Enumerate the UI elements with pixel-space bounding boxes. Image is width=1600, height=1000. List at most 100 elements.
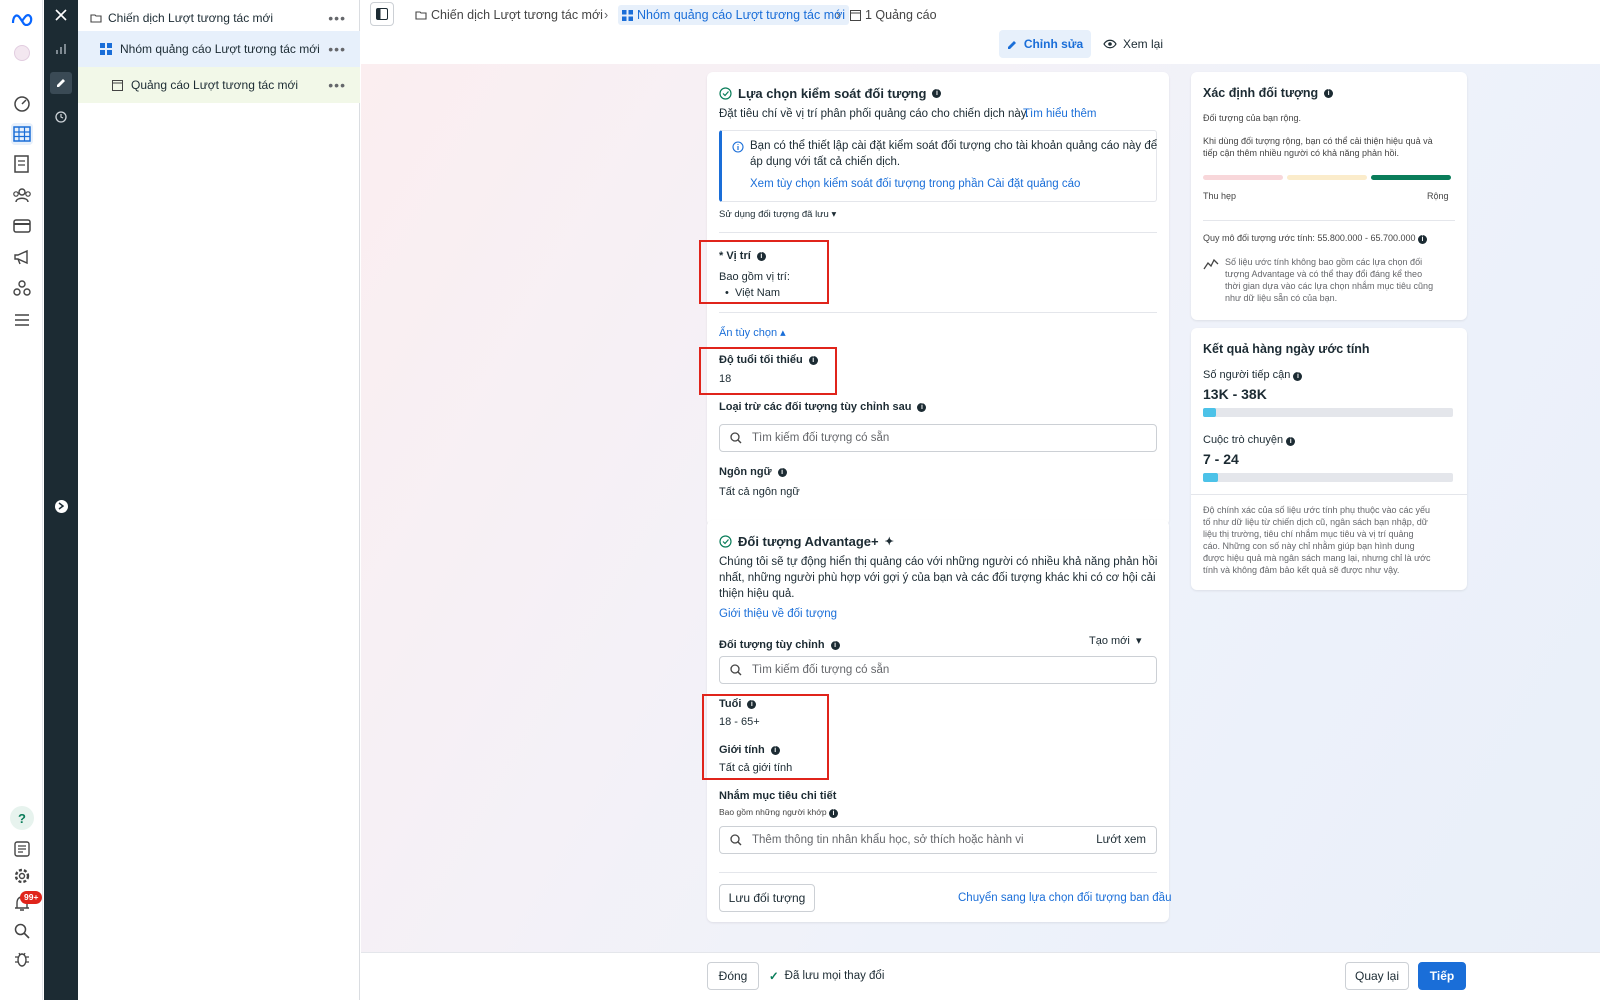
audience-size-text: Quy mô đối tượng ước tính: 55.800.000 - … [1203,233,1416,243]
pencil-icon [1007,39,1018,50]
meta-logo-icon[interactable] [11,8,33,30]
switch-original-audience-link[interactable]: Chuyển sang lựa chọn đối tượng ban đầu [958,892,1171,904]
conversations-bar-fill [1203,473,1218,482]
learn-more-link[interactable]: Tìm hiểu thêm [1023,108,1097,120]
breadcrumb-adset[interactable]: Nhóm quảng cáo Lượt tương tác mới [618,5,850,25]
history-clock-icon[interactable] [50,106,72,128]
check-circle-icon [719,535,732,548]
billing-card-icon[interactable] [11,215,33,237]
create-new-dropdown[interactable]: Tạo mới ▾ [1089,634,1142,647]
info-icon[interactable]: i [1286,437,1296,446]
breadcrumb-ads[interactable]: 1 Quảng cáo [850,5,937,25]
daily-results-card: Kết quả hàng ngày ước tính Số người tiếp… [1191,328,1467,590]
edit-mode-label: Chỉnh sửa [1023,37,1084,51]
help-icon[interactable]: ? [10,806,34,830]
review-mode-label: Xem lại [1122,37,1163,51]
audience-status: Đối tượng của bạn rộng. [1203,113,1301,123]
tree-item-ad[interactable]: Quảng cáo Lượt tương tác mới ••• [78,67,360,103]
more-options-icon[interactable]: ••• [328,77,346,93]
divider [719,312,1157,313]
close-button[interactable]: Đóng [707,962,759,990]
notification-badge: 99+ [20,891,43,904]
account-avatar[interactable] [11,42,33,64]
notice-text: Bạn có thể thiết lập cài đặt kiểm soát đ… [750,140,1158,152]
edit-mode-button[interactable]: Chỉnh sửa [999,30,1091,58]
estimate-note: như dữ liệu sẵn có của bạn. [1225,293,1338,303]
sparkle-icon: ✦ [884,536,894,548]
back-button[interactable]: Quay lại [1345,962,1409,990]
menu-icon[interactable] [11,309,33,331]
info-icon[interactable]: i [1324,88,1334,98]
more-options-icon[interactable]: ••• [328,41,346,57]
advantage-audience-card: Đối tượng Advantage+ ✦ Chúng tôi sẽ tự đ… [702,520,1171,922]
search-placeholder: Thêm thông tin nhân khẩu học, sở thích h… [752,834,1024,846]
ad-settings-link[interactable]: Xem tùy chọn kiểm soát đối tượng trong p… [750,178,1080,190]
estimate-disclaimer: được hiệu quả mà ngân sách mang lại, như… [1203,553,1431,563]
audience-definition-title-text: Xác định đối tượng [1203,86,1319,100]
saved-audience-dropdown[interactable]: Sử dụng đối tượng đã lưu ▾ [719,209,836,220]
ad-frame-icon [850,9,861,21]
audiences-icon[interactable] [11,184,33,206]
business-tools-icon[interactable] [11,277,33,299]
detailed-targeting-input[interactable]: Thêm thông tin nhân khẩu học, sở thích h… [719,826,1157,854]
info-icon[interactable]: i [932,89,942,98]
breadcrumb-adset-label: Nhóm quảng cáo Lượt tương tác mới [637,8,846,22]
tree-item-label: Nhóm quảng cáo Lượt tương tác mới [120,42,320,56]
tree-item-adset[interactable]: Nhóm quảng cáo Lượt tương tác mới ••• [78,31,360,67]
audience-definition-desc: Khi dùng đối tượng rộng, bạn có thể cải … [1203,136,1433,146]
estimate-disclaimer: cáo. Những con số này chỉ nhằm giúp bạn … [1203,541,1415,551]
megaphone-icon[interactable] [11,246,33,268]
audience-definition-title: Xác định đối tượng i [1203,86,1334,100]
chart-icon[interactable] [50,38,72,60]
settings-gear-icon[interactable] [11,865,33,887]
save-status: ✓ Đã lưu mọi thay đổi [769,969,884,983]
edit-pencil-icon[interactable] [50,72,72,94]
advantage-desc: nhất, những người phù hợp với gợi ý của … [719,572,1156,584]
pages-icon[interactable] [11,153,33,175]
search-icon[interactable] [11,920,33,942]
info-icon[interactable]: i [830,640,840,650]
highlight-box-location [699,240,829,304]
search-placeholder: Tìm kiếm đối tượng có sẵn [752,664,890,676]
ad-frame-icon [112,79,123,91]
tree-item-label: Chiến dịch Lượt tương tác mới [108,11,274,25]
reach-bar-track [1203,408,1453,417]
exclude-label-text: Loại trừ các đối tượng tùy chỉnh sau [719,401,912,413]
custom-audience-search-input[interactable]: Tìm kiếm đối tượng có sẵn [719,656,1157,684]
audience-controls-desc: Đặt tiêu chí về vị trí phân phối quảng c… [719,108,1029,120]
language-value[interactable]: Tất cả ngôn ngữ [719,486,800,498]
toggle-panel-icon[interactable] [370,2,394,26]
account-controls-notice: Bạn có thể thiết lập cài đặt kiểm soát đ… [719,130,1157,202]
breadcrumb-campaign[interactable]: Chiến dịch Lượt tương tác mới [415,5,603,25]
top-bar: Chiến dịch Lượt tương tác mới › Nhóm quả… [360,0,1600,64]
dashboard-icon[interactable] [11,92,33,114]
adset-grid-icon [622,9,633,21]
news-icon[interactable] [11,838,33,860]
custom-audience-label-text: Đối tượng tùy chỉnh [719,639,825,651]
info-icon[interactable]: i [1293,372,1303,381]
info-icon[interactable]: i [917,402,927,412]
tree-item-label: Quảng cáo Lượt tương tác mới [131,78,299,92]
close-icon[interactable] [50,4,72,26]
highlight-box-age-gender [702,694,829,780]
audience-definition-desc: tiếp cận thêm nhiều người có khả năng ph… [1203,148,1400,158]
save-audience-button[interactable]: Lưu đối tượng [719,884,815,912]
expand-chevron-icon[interactable] [50,495,72,517]
ads-manager-table-icon[interactable] [11,123,33,145]
gauge-mid-segment [1287,175,1367,180]
bug-report-icon[interactable] [11,948,33,970]
next-button[interactable]: Tiếp [1418,962,1466,990]
browse-button[interactable]: Lướt xem [1096,834,1146,846]
more-options-icon[interactable]: ••• [328,10,346,26]
hide-options-toggle[interactable]: Ẩn tùy chọn ▴ [719,326,786,339]
chevron-right-icon: › [836,8,841,22]
exclude-audience-search-input[interactable]: Tìm kiếm đối tượng có sẵn [719,424,1157,452]
audience-size: Quy mô đối tượng ước tính: 55.800.000 - … [1203,232,1427,245]
audience-intro-link[interactable]: Giới thiệu về đối tượng [719,608,837,620]
checkmark-icon: ✓ [769,971,779,983]
review-mode-button[interactable]: Xem lại [1098,30,1168,58]
info-icon[interactable]: i [1418,235,1427,244]
info-icon[interactable]: i [828,809,838,818]
info-icon[interactable]: i [777,467,787,477]
caret-down-icon: ▾ [831,209,837,220]
